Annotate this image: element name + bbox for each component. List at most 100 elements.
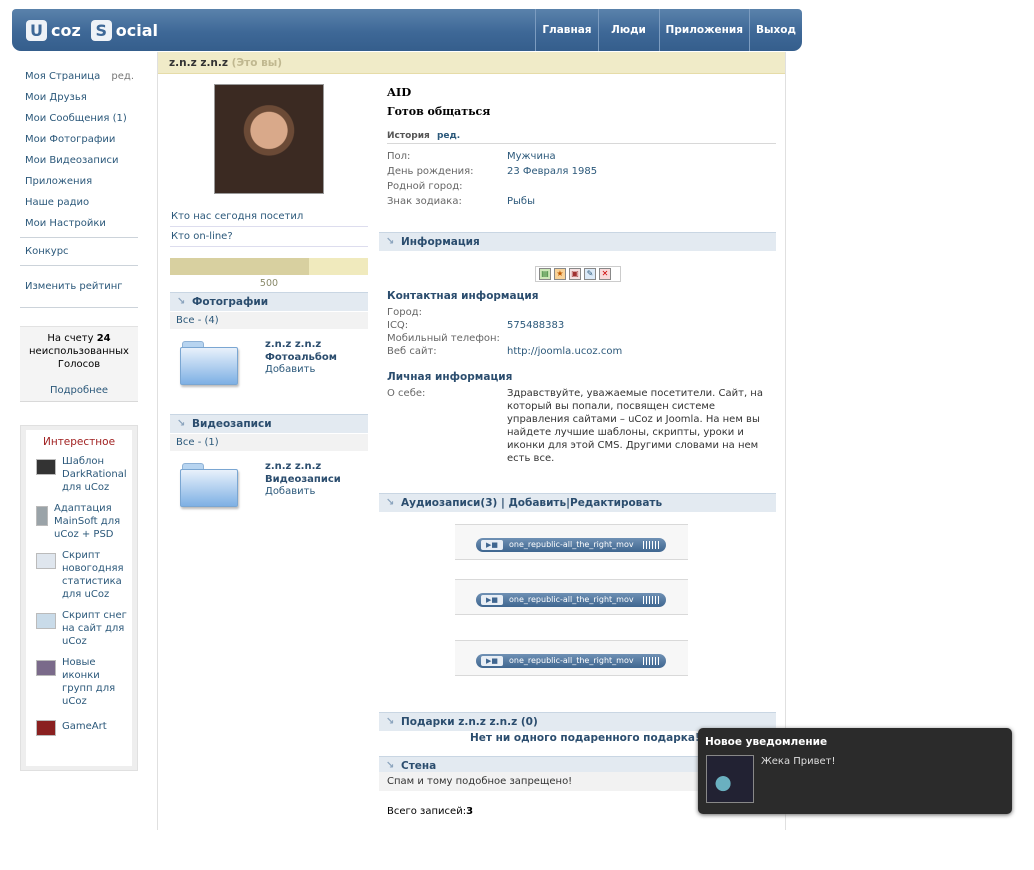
votes-line-2: неиспользованных	[29, 346, 129, 357]
track-title: one_republic-all_the_right_mov	[509, 540, 634, 549]
play-stop-icon[interactable]: ▶■	[481, 595, 503, 605]
sidebar-item-apps[interactable]: Приложения	[20, 171, 138, 192]
section-label: Видеозаписи	[192, 418, 272, 430]
interesting-item-label: Скрипт новогодняя статистика для uCoz	[62, 550, 124, 600]
audio-player-bar[interactable]: ▶■ one_republic-all_the_right_mov	[476, 593, 666, 607]
interesting-item-label: Адаптация MainSoft для uCoz + PSD	[54, 503, 121, 540]
interesting-item-label: Скрипт снег на сайт для uCoz	[62, 610, 127, 647]
track-title: one_republic-all_the_right_mov	[509, 656, 634, 665]
section-label: Аудиозаписи(3) | Добавить|Редактировать	[401, 497, 663, 509]
star-icon[interactable]: ★	[554, 268, 566, 280]
info-section-header[interactable]: ↘ Информация	[379, 232, 776, 251]
arrow-down-right-icon: ↘	[386, 236, 395, 247]
sidebar-item-friends[interactable]: Мои Друзья	[20, 87, 138, 108]
sidebar-divider	[20, 265, 138, 266]
votes-box: На счету 24 неиспользованных Голосов Под…	[20, 326, 138, 402]
edit-icon[interactable]: ✎	[584, 268, 596, 280]
interesting-item[interactable]: Скрипт новогодняя статистика для uCoz	[26, 549, 132, 609]
field-value[interactable]: Рыбы	[507, 195, 535, 208]
interesting-item[interactable]: Новые иконки групп для uCoz	[26, 656, 132, 716]
interesting-item-label: Новые иконки групп для uCoz	[62, 657, 116, 707]
field-value[interactable]: Мужчина	[507, 150, 556, 163]
play-stop-icon[interactable]: ▶■	[481, 540, 503, 550]
nav-apps[interactable]: Приложения	[658, 9, 750, 51]
profile-title-bar: z.n.z z.n.z (Это вы)	[158, 52, 785, 74]
field-value[interactable]: 23 Февраля 1985	[507, 165, 597, 178]
videos-section-header[interactable]: ↘ Видеозаписи	[170, 414, 368, 433]
nav-home[interactable]: Главная	[535, 9, 597, 51]
sidebar-item-contest[interactable]: Конкурс	[20, 241, 138, 262]
photos-all-link[interactable]: Все - (4)	[170, 312, 368, 329]
interesting-box: Интерестное Шаблон DarkRational для uCoz…	[20, 425, 138, 771]
video-add-link[interactable]: Добавить	[265, 486, 315, 497]
thumbnail-icon	[36, 660, 56, 676]
sidebar-item-my-page[interactable]: Моя Страница ред.	[20, 66, 138, 87]
website-link[interactable]: http://joomla.ucoz.com	[507, 345, 622, 358]
audio-player-bar[interactable]: ▶■ one_republic-all_the_right_mov	[476, 538, 666, 552]
nav-logout[interactable]: Выход	[749, 9, 802, 51]
photos-section-header[interactable]: ↘ Фотографии	[170, 292, 368, 311]
arrow-down-right-icon: ↘	[177, 296, 186, 307]
sidebar-item-videos[interactable]: Мои Видеозаписи	[20, 150, 138, 171]
votes-more-link[interactable]: Подробнее	[20, 384, 138, 397]
volume-icon[interactable]	[643, 657, 661, 665]
audio-player: ▶■ one_republic-all_the_right_mov	[455, 640, 688, 676]
arrow-down-right-icon: ↘	[177, 418, 186, 429]
play-stop-icon[interactable]: ▶■	[481, 656, 503, 666]
thumbnail-icon	[36, 720, 56, 736]
profile-name: AID	[387, 85, 412, 99]
volume-icon[interactable]	[643, 541, 661, 549]
photo-album-title[interactable]: z.n.z z.n.z Фотоальбом	[265, 338, 337, 364]
main-content: z.n.z z.n.z (Это вы) Кто нас сегодня пос…	[157, 52, 786, 830]
sidebar-item-radio[interactable]: Наше радио	[20, 192, 138, 213]
profile-status: Готов общаться	[387, 105, 491, 118]
edit-page-link[interactable]: ред.	[111, 66, 134, 87]
personal-info-title: Личная информация	[387, 371, 513, 383]
who-online-link[interactable]: Кто on-line?	[170, 227, 368, 247]
icq-value[interactable]: 575488383	[507, 319, 564, 332]
interesting-item[interactable]: Шаблон DarkRational для uCoz	[26, 455, 132, 502]
notification-popup[interactable]: Новое уведомление Жека Привет!	[698, 728, 1012, 814]
interesting-item[interactable]: Адаптация MainSoft для uCoz + PSD	[26, 502, 132, 549]
video-album-title[interactable]: z.n.z z.n.z Видеозаписи	[265, 460, 341, 486]
ucoz-social-logo[interactable]: U coz S ocial	[26, 18, 168, 42]
logo-s-box: S	[90, 19, 112, 41]
thumbnail-icon	[36, 459, 56, 475]
nav-people[interactable]: Люди	[597, 9, 659, 51]
notification-avatar[interactable]	[706, 755, 754, 803]
copy-icon[interactable]: ▣	[569, 268, 581, 280]
delete-icon[interactable]: ✕	[599, 268, 611, 280]
left-sidebar: Моя Страница ред. Мои Друзья Мои Сообщен…	[20, 66, 138, 311]
interesting-item[interactable]: Скрипт снег на сайт для uCoz	[26, 609, 132, 656]
interesting-title: Интерестное	[42, 436, 116, 448]
thumbnail-icon	[36, 506, 48, 526]
history-label: История	[387, 131, 430, 141]
arrow-down-right-icon: ↘	[386, 760, 395, 771]
audio-player-bar[interactable]: ▶■ one_republic-all_the_right_mov	[476, 654, 666, 668]
folder-icon[interactable]	[180, 463, 240, 507]
track-title: one_republic-all_the_right_mov	[509, 595, 634, 604]
sidebar-item-change-rating[interactable]: Изменить рейтинг	[20, 276, 138, 297]
wall-total-count: 3	[466, 806, 474, 817]
sidebar-item-settings[interactable]: Мои Настройки	[20, 213, 138, 234]
volume-icon[interactable]	[643, 596, 661, 604]
folder-icon[interactable]	[180, 341, 240, 385]
section-label: Подарки z.n.z z.n.z (0)	[401, 716, 538, 728]
photo-add-link[interactable]: Добавить	[265, 364, 315, 375]
history-edit-link[interactable]: ред.	[437, 131, 460, 141]
interesting-item[interactable]: GameArt	[26, 716, 132, 744]
gifts-empty-text: Нет ни одного подаренного подарка!	[470, 732, 700, 744]
history-row: История ред.	[387, 131, 776, 144]
sidebar-item-messages[interactable]: Мои Сообщения (1)	[20, 108, 138, 129]
chart-icon[interactable]: ▤	[539, 268, 551, 280]
sidebar-divider	[20, 307, 138, 308]
sidebar-divider	[20, 237, 138, 238]
audio-section-header[interactable]: ↘ Аудиозаписи(3) | Добавить|Редактироват…	[379, 493, 776, 512]
rating-bar-fill	[170, 258, 309, 275]
arrow-down-right-icon: ↘	[386, 497, 395, 508]
sidebar-item-photos[interactable]: Мои Фотографии	[20, 129, 138, 150]
videos-all-link[interactable]: Все - (1)	[170, 434, 368, 451]
profile-photo[interactable]	[214, 84, 324, 194]
who-visited-link[interactable]: Кто нас сегодня посетил	[170, 207, 368, 227]
top-nav: Главная Люди Приложения Выход	[535, 9, 802, 51]
